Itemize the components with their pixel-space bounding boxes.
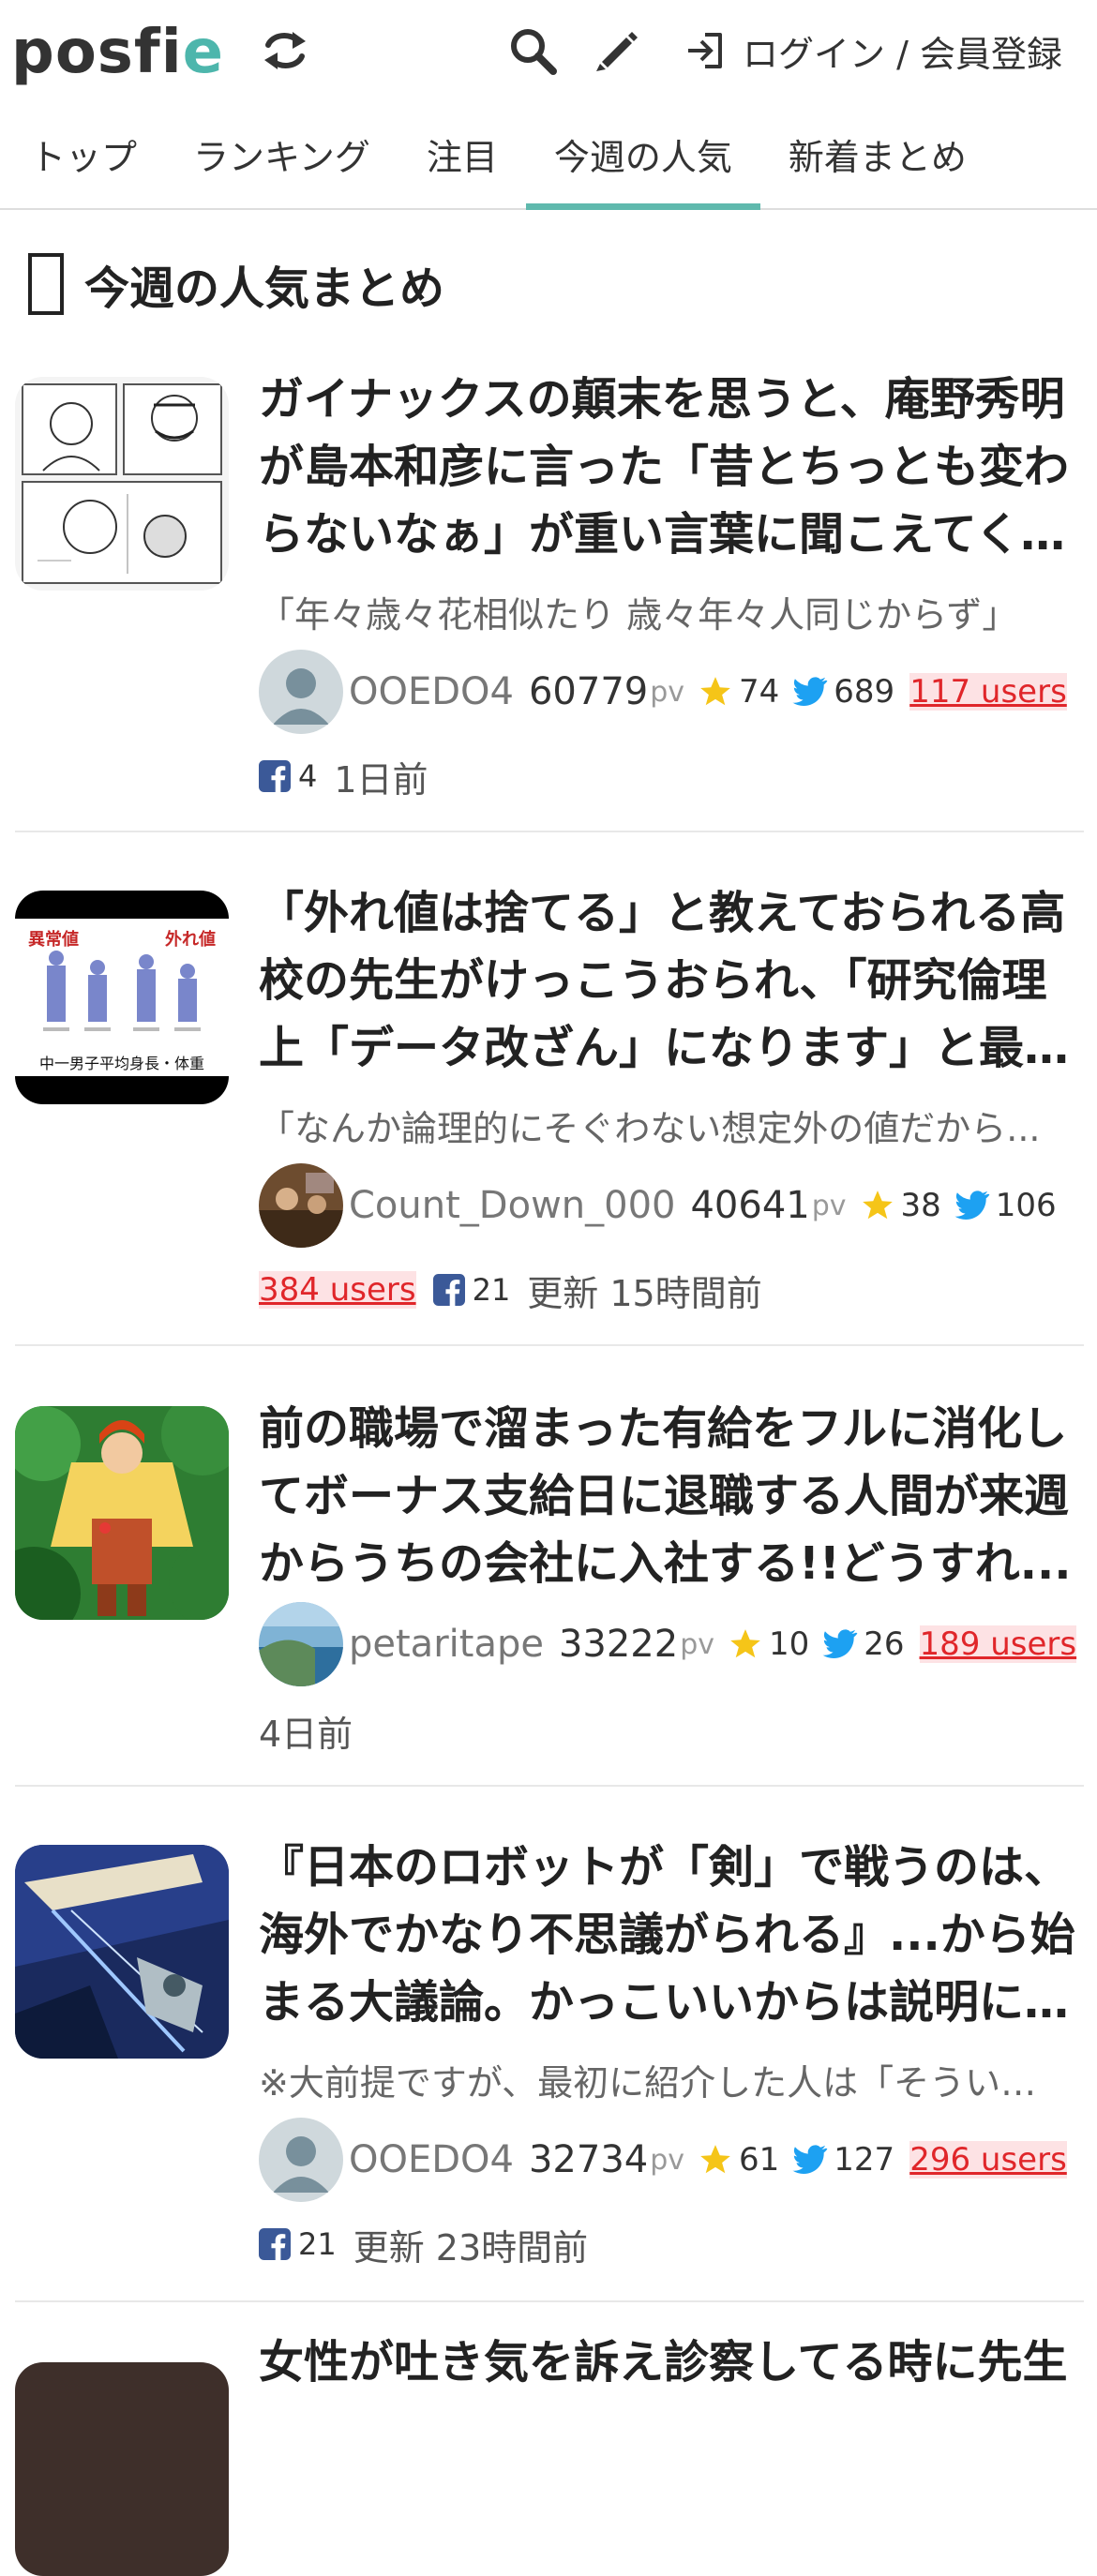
facebook-count: 21 <box>472 1272 511 1308</box>
pageview-count: 60779 <box>528 670 649 713</box>
article-meta-secondary: 4日前 <box>259 1702 353 1759</box>
login-label: ログイン / 会員登録 <box>743 33 1062 75</box>
article-meta: OOEDO4 60779 pv 74 689 117 users <box>259 649 1067 735</box>
twitter-icon <box>792 676 828 708</box>
article-thumbnail[interactable] <box>15 1845 229 2059</box>
article-meta-secondary: 21 更新 23時間前 <box>259 2216 588 2272</box>
article-meta-secondary: 384 users 21 更新 15時間前 <box>259 1262 762 1318</box>
article-description: 「なんか論理的にそぐわない想定外の値だから... <box>259 1108 1041 1149</box>
avatar[interactable] <box>259 1602 343 1686</box>
article-item[interactable]: 『日本のロボットが「剣」で戦うのは、海外でかなり不思議がられる』...から始まる… <box>0 1841 1097 2295</box>
twitter-icon <box>954 1190 990 1221</box>
article-item[interactable]: 前の職場で溜まった有給をフルに消化してボーナス支給日に退職する人間が来週からうち… <box>0 1402 1097 1762</box>
author-name[interactable]: Count_Down_000 <box>349 1184 675 1227</box>
pageview-unit: pv <box>650 675 685 709</box>
avatar[interactable] <box>259 1163 343 1248</box>
article-item[interactable]: 異常値 外れ値 中一男子平均身長・体重 「外れ値は捨てる」と教えておられる高校の… <box>0 887 1097 1340</box>
pageview-count: 40641 <box>690 1184 810 1227</box>
facebook-icon <box>432 1274 465 1306</box>
hatena-users-link[interactable]: 384 users <box>259 1271 416 1309</box>
article-title[interactable]: 女性が吐き気を訴え診察してる時に先生 <box>259 2329 1084 2396</box>
article-thumbnail[interactable] <box>15 2362 229 2576</box>
twitter-icon <box>822 1628 858 1660</box>
favorite-count: 74 <box>739 673 780 711</box>
pencil-icon[interactable] <box>591 24 643 77</box>
star-icon <box>860 1188 895 1223</box>
article-meta: Count_Down_000 40641 pv 38 106 <box>259 1162 1057 1249</box>
hatena-users-link[interactable]: 117 users <box>909 673 1067 711</box>
pageview-unit: pv <box>650 2143 685 2177</box>
facebook-count: 4 <box>298 758 318 794</box>
twitter-icon <box>792 2144 828 2176</box>
author-name[interactable]: OOEDO4 <box>349 2138 514 2181</box>
section-title: 今週の人気まとめ <box>84 262 445 315</box>
article-time: 4日前 <box>259 1713 353 1755</box>
svg-text:外れ値: 外れ値 <box>165 929 216 950</box>
posfie-logo[interactable]: posfie <box>11 15 224 90</box>
article-time: 1日前 <box>334 758 428 801</box>
tab-new[interactable]: 新着まとめ <box>760 114 995 208</box>
article-meta: petaritape 33222 pv 10 26 189 users <box>259 1601 1077 1687</box>
svg-text:異常値: 異常値 <box>28 929 79 950</box>
article-thumbnail[interactable]: 異常値 外れ値 中一男子平均身長・体重 <box>15 891 229 1104</box>
article-item[interactable]: 女性が吐き気を訴え診察してる時に先生 <box>0 2336 1097 2576</box>
article-meta-secondary: 4 1日前 <box>259 748 428 804</box>
article-title[interactable]: ガイナックスの顛末を思うと、庵野秀明が島本和彦に言った「昔とちっとも変わらないな… <box>259 366 1084 568</box>
pageview-count: 33222 <box>558 1623 679 1666</box>
article-time: 更新 23時間前 <box>353 2226 589 2269</box>
tweet-count: 689 <box>834 673 895 711</box>
tweet-count: 127 <box>834 2141 895 2179</box>
svg-text:中一男子平均身長・体重: 中一男子平均身長・体重 <box>39 1055 204 1072</box>
favorite-count: 61 <box>739 2141 780 2179</box>
search-icon[interactable] <box>506 24 559 77</box>
tweet-count: 106 <box>995 1187 1057 1224</box>
article-item[interactable]: ガイナックスの顛末を思うと、庵野秀明が島本和彦に言った「昔とちっとも変わらないな… <box>0 373 1097 827</box>
refresh-icon[interactable] <box>259 24 311 77</box>
login-icon <box>683 27 729 74</box>
article-title[interactable]: 『日本のロボットが「剣」で戦うのは、海外でかなり不思議がられる』...から始まる… <box>259 1834 1084 2036</box>
star-icon <box>728 1626 763 1662</box>
divider <box>15 1785 1084 1787</box>
pageview-unit: pv <box>680 1627 714 1661</box>
divider <box>15 2300 1084 2302</box>
author-name[interactable]: petaritape <box>349 1623 544 1666</box>
tab-top[interactable]: トップ <box>0 114 165 208</box>
pageview-count: 32734 <box>528 2138 649 2181</box>
star-icon <box>698 674 733 710</box>
avatar[interactable] <box>259 2118 343 2202</box>
facebook-count: 21 <box>298 2226 337 2262</box>
pageview-unit: pv <box>811 1189 847 1222</box>
login-link[interactable]: ログイン / 会員登録 <box>683 24 1062 77</box>
avatar[interactable] <box>259 650 343 734</box>
tab-ranking[interactable]: ランキング <box>165 114 398 208</box>
tweet-count: 26 <box>864 1625 905 1663</box>
hatena-users-link[interactable]: 189 users <box>919 1625 1077 1663</box>
section-heading: 今週の人気まとめ <box>28 251 444 317</box>
nav-tabs: トップ ランキング 注目 今週の人気 新着まとめ <box>0 114 1097 210</box>
bookmark-icon <box>28 253 64 315</box>
divider <box>15 831 1084 832</box>
divider <box>15 1344 1084 1346</box>
article-title[interactable]: 前の職場で溜まった有給をフルに消化してボーナス支給日に退職する人間が来週からうち… <box>259 1395 1084 1597</box>
star-icon <box>698 2142 733 2178</box>
favorite-count: 38 <box>900 1187 941 1224</box>
article-thumbnail[interactable] <box>15 1406 229 1620</box>
tab-weekly-popular[interactable]: 今週の人気 <box>525 114 760 210</box>
article-description: ※大前提ですが、最初に紹介した人は「そういう... <box>259 2062 1056 2104</box>
facebook-icon <box>259 2228 291 2260</box>
article-time: 更新 15時間前 <box>527 1272 762 1314</box>
article-thumbnail[interactable] <box>15 377 229 591</box>
article-meta: OOEDO4 32734 pv 61 127 296 users <box>259 2117 1067 2203</box>
top-header: posfie ログイン / 会員登録 <box>0 0 1097 103</box>
facebook-icon <box>259 760 291 792</box>
hatena-users-link[interactable]: 296 users <box>909 2141 1067 2179</box>
article-description: 「年々歳々花相似たり 歳々年々人同じからず」 <box>259 594 1018 636</box>
article-title[interactable]: 「外れ値は捨てる」と教えておられる高校の先生がけっこうおられ、「研究倫理上「デー… <box>259 879 1084 1082</box>
author-name[interactable]: OOEDO4 <box>349 670 514 713</box>
favorite-count: 10 <box>769 1625 810 1663</box>
tab-featured[interactable]: 注目 <box>398 114 526 208</box>
